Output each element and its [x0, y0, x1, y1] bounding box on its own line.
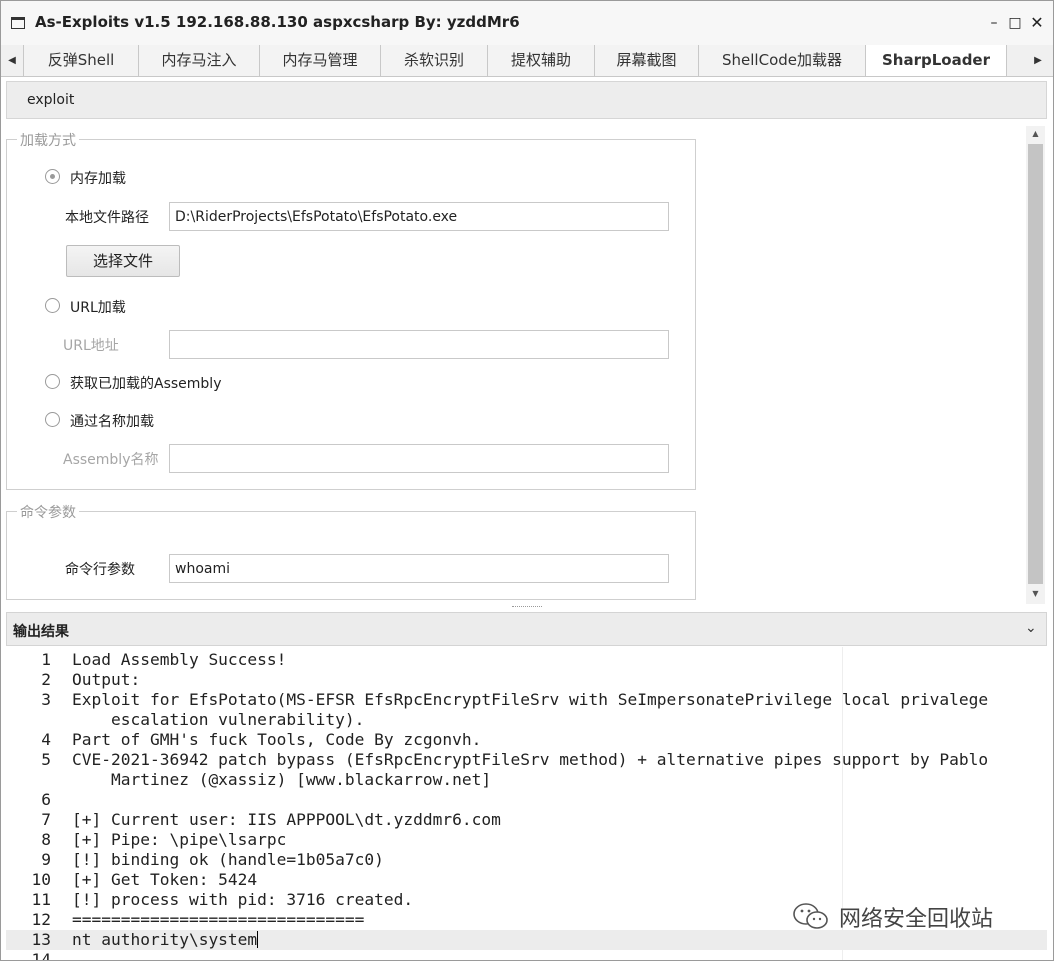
assembly-name-label: Assembly名称 [63, 452, 159, 468]
output-line: 14 [6, 950, 1047, 960]
tab-scroll-left-icon[interactable]: ◀ [1, 45, 23, 76]
wechat-icon [793, 903, 828, 929]
output-line: 7 [+] Current user: IIS APPPOOL\dt.yzddmr… [6, 810, 1047, 830]
output-title: 输出结果 [13, 624, 69, 640]
tab-内存马注入[interactable]: 内存马注入 [138, 45, 259, 76]
output-line: 4 Part of GMH's fuck Tools, Code By zcgon… [6, 730, 1047, 750]
name-load-radio[interactable] [45, 412, 60, 427]
url-load-label: URL加载 [70, 300, 126, 316]
line-number: 1 [41, 650, 51, 669]
panel-splitter[interactable] [6, 604, 1047, 612]
line-number: 9 [41, 850, 51, 869]
tab-反弹shell[interactable]: 反弹Shell [23, 45, 138, 76]
url-load-radio[interactable] [45, 298, 60, 313]
window-icon [11, 17, 25, 29]
output-line: 8 [+] Pipe: \pipe\lsarpc [6, 830, 1047, 850]
line-number: 4 [41, 730, 51, 749]
scroll-up-icon[interactable]: ▲ [1026, 126, 1045, 142]
tab-提权辅助[interactable]: 提权辅助 [487, 45, 594, 76]
line-number: 11 [31, 890, 52, 909]
line-text: Part of GMH's fuck Tools, Code By zcgonv… [72, 730, 482, 749]
line-number: 3 [41, 690, 51, 709]
line-number: 8 [41, 830, 51, 849]
line-number: 7 [41, 810, 51, 829]
subtab-exploit[interactable]: exploit [27, 92, 74, 108]
text-caret [257, 931, 259, 948]
chevron-down-icon[interactable]: ⌄ [1025, 620, 1037, 636]
line-text: CVE-2021-36942 patch bypass (EfsRpcEncry… [72, 750, 989, 769]
tab-list: 反弹Shell 内存马注入 内存马管理 杀软识别 提权辅助 屏幕截图 ShellCode加载… [23, 45, 1027, 76]
cmd-args-input[interactable]: whoami [169, 554, 669, 583]
line-number: 12 [31, 910, 52, 929]
output-line: 1 Load Assembly Success! [6, 650, 1047, 670]
assembly-name-input[interactable] [169, 444, 669, 473]
line-text: escalation vulnerability). [72, 710, 365, 729]
line-text: [+] Get Token: 5424 [72, 870, 258, 889]
title-bar[interactable]: As-Exploits v1.5 192.168.88.130 aspxcsha… [1, 1, 1053, 45]
line-text: Exploit for EfsPotato(MS-EFSR EfsRpcEncr… [72, 690, 989, 709]
tab-内存马管理[interactable]: 内存马管理 [259, 45, 380, 76]
tab-sharploader[interactable]: SharpLoader [865, 45, 1007, 76]
output-line: 3 Exploit for EfsPotato(MS-EFSR EfsRpcEnc… [6, 690, 1047, 730]
tab-shellcode加载器[interactable]: ShellCode加载器 [698, 45, 865, 76]
line-text: ============================== [72, 910, 365, 929]
line-number: 10 [31, 870, 52, 889]
scrollbar-thumb[interactable] [1028, 144, 1043, 584]
maximize-icon[interactable]: □ [1007, 14, 1023, 32]
tab-strip: ◀ 反弹Shell 内存马注入 内存马管理 杀软识别 提权辅助 屏幕截图 ShellCode… [1, 45, 1053, 77]
output-line: 9 [!] binding ok (handle=1b05a7c0) [6, 850, 1047, 870]
url-address-input[interactable] [169, 330, 669, 359]
line-text: [!] binding ok (handle=1b05a7c0) [72, 850, 384, 869]
output-line: 13 nt authority\system [6, 930, 1047, 950]
line-number: 13 [31, 930, 52, 949]
line-text: Martinez (@xassiz) [www.blackarrow.net] [72, 770, 492, 789]
cmd-args-group-title: 命令参数 [17, 502, 79, 522]
line-number: 5 [41, 750, 51, 769]
vertical-scrollbar[interactable]: ▲ ▼ [1026, 126, 1045, 604]
url-address-label: URL地址 [63, 338, 119, 354]
memory-load-radio[interactable] [45, 169, 60, 184]
memory-load-label: 内存加载 [70, 171, 126, 187]
line-text: Load Assembly Success! [72, 650, 287, 669]
window-title: As-Exploits v1.5 192.168.88.130 aspxcsha… [35, 13, 520, 31]
line-text: [+] Current user: IIS APPPOOL\dt.yzddmr6… [72, 810, 501, 829]
line-text: Output: [72, 670, 141, 689]
cmd-args-label: 命令行参数 [65, 562, 135, 578]
load-method-group-title: 加载方式 [17, 130, 79, 150]
line-number: 2 [41, 670, 51, 689]
line-text: [!] process with pid: 3716 created. [72, 890, 414, 909]
tab-屏幕截图[interactable]: 屏幕截图 [594, 45, 698, 76]
output-line: 10 [+] Get Token: 5424 [6, 870, 1047, 890]
name-load-label: 通过名称加载 [70, 414, 154, 430]
loaded-assembly-label: 获取已加载的Assembly [70, 376, 222, 392]
scroll-down-icon[interactable]: ▼ [1026, 586, 1045, 602]
output-line: 5 CVE-2021-36942 patch bypass (EfsRpcEncr… [6, 750, 1047, 790]
watermark-text: 网络安全回收站 [839, 907, 994, 932]
local-path-label: 本地文件路径 [65, 210, 149, 226]
line-number: 6 [41, 790, 51, 809]
splitter-grip-icon [512, 606, 542, 608]
tab-杀软识别[interactable]: 杀软识别 [380, 45, 487, 76]
app-window: As-Exploits v1.5 192.168.88.130 aspxcsha… [0, 0, 1054, 961]
loaded-assembly-radio[interactable] [45, 374, 60, 389]
output-line: 2 Output: [6, 670, 1047, 690]
output-line: 6 [6, 790, 1047, 810]
subtab-bar: exploit [6, 81, 1047, 119]
minimize-icon[interactable]: – [986, 14, 1002, 32]
close-icon[interactable]: ✕ [1029, 14, 1045, 32]
line-text: nt authority\system [72, 930, 259, 949]
choose-file-button[interactable]: 选择文件 [66, 245, 180, 277]
line-text: [+] Pipe: \pipe\lsarpc [72, 830, 287, 849]
cmd-args-group: 命令参数 命令行参数 whoami [6, 502, 696, 600]
local-path-input[interactable]: D:\RiderProjects\EfsPotato\EfsPotato.exe [169, 202, 669, 231]
line-number: 14 [31, 950, 52, 960]
output-header[interactable]: 输出结果 ⌄ [6, 612, 1047, 646]
load-method-group: 加载方式 内存加载 本地文件路径 D:\RiderProjects\EfsPot… [6, 130, 696, 490]
tab-scroll-right-icon[interactable]: ▶ [1027, 45, 1049, 76]
